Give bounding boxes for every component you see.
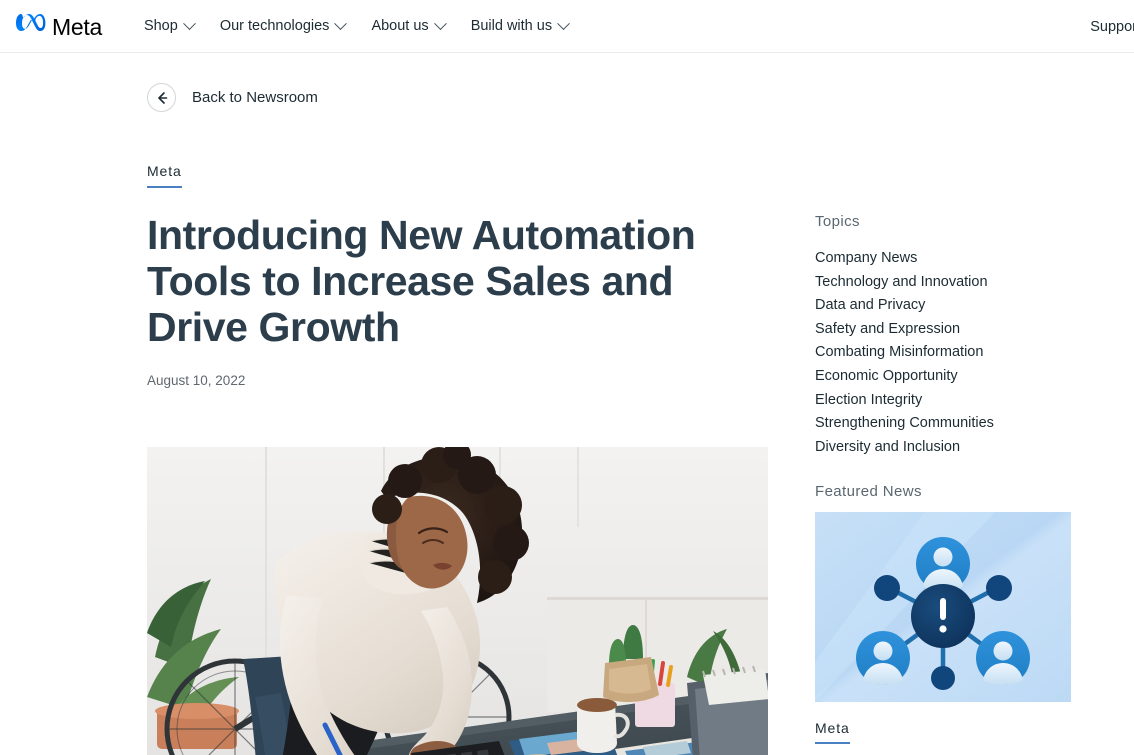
topics-heading: Topics [815,213,860,230]
page-title: Introducing New Automation Tools to Incr… [147,212,696,350]
sidebar-item-data-and-privacy[interactable]: Data and Privacy [815,294,1085,318]
nav-item-label: About us [371,18,429,34]
sidebar-item-combating-misinformation[interactable]: Combating Misinformation [815,341,1085,365]
featured-news-image[interactable] [815,512,1071,703]
sidebar-item-diversity-and-inclusion[interactable]: Diversity and Inclusion [815,436,1085,460]
back-to-newsroom-label: Back to Newsroom [192,89,318,106]
meta-logo[interactable]: Meta [16,13,102,39]
nav-item-about-us[interactable]: About us [358,12,457,40]
page-content: Back to Newsroom Meta Introducing New Au… [0,53,1134,755]
sidebar-item-strengthening-communities[interactable]: Strengthening Communities [815,412,1085,436]
nav-item-support[interactable]: Support [1090,19,1134,35]
sidebar-item-safety-and-expression[interactable]: Safety and Expression [815,318,1085,342]
nav-item-shop[interactable]: Shop [131,12,207,40]
arrow-left-icon [147,83,176,112]
chevron-down-icon [334,16,348,30]
sidebar-item-election-integrity[interactable]: Election Integrity [815,389,1085,413]
chevron-down-icon [182,16,196,30]
back-to-newsroom-button[interactable]: Back to Newsroom [147,83,318,112]
chevron-down-icon [557,16,570,30]
featured-news-heading: Featured News [815,483,922,501]
nav-item-our-technologies[interactable]: Our technologies [207,12,359,40]
top-navigation-bar: Meta Shop Our technologies About us Buil… [0,0,1134,53]
sidebar-item-economic-opportunity[interactable]: Economic Opportunity [815,365,1085,389]
chevron-down-icon [433,16,447,30]
topics-list: Company News Technology and Innovation D… [815,247,1085,459]
primary-nav-items: Shop Our technologies About us Build wit… [131,12,581,40]
sidebar-item-company-news[interactable]: Company News [815,247,1085,271]
article-hero-image [147,447,768,755]
nav-right-section: Support [1090,0,1134,53]
article-publish-date: August 10, 2022 [147,373,246,388]
nav-item-label: Our technologies [219,18,330,34]
meta-infinity-logo-icon [16,13,47,39]
sidebar-item-technology-and-innovation[interactable]: Technology and Innovation [815,271,1085,295]
nav-item-build-with-us[interactable]: Build with us [458,12,581,40]
nav-item-label: Build with us [470,18,553,34]
nav-item-label: Shop [143,18,178,34]
meta-logo-wordmark: Meta [52,13,102,40]
article-header: Meta Introducing New Automation Tools to… [147,163,768,388]
article-category-tag[interactable]: Meta [147,163,182,188]
featured-news-category-tag[interactable]: Meta [815,720,850,745]
sidebar: Topics Company News Technology and Innov… [815,213,1085,755]
